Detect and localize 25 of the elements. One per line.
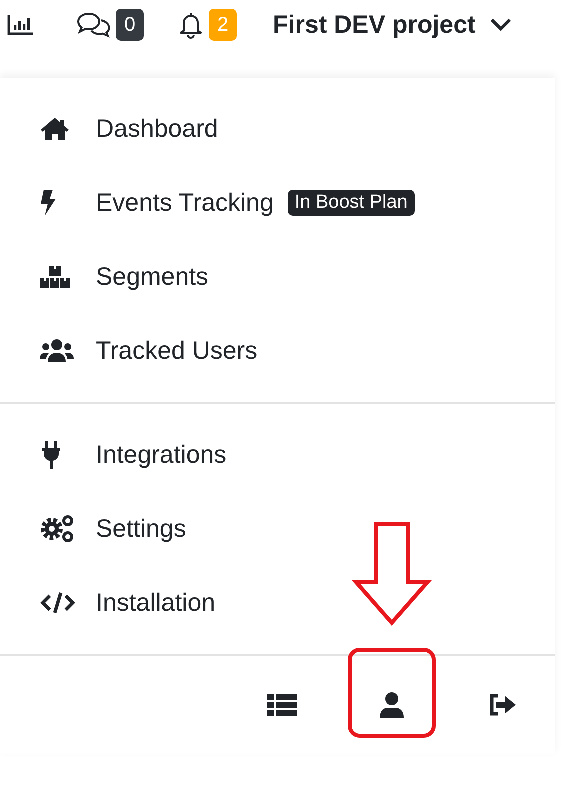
code-icon [40,591,76,615]
count-badge: 2 [209,9,237,41]
bar-chart-icon[interactable] [7,14,35,36]
list-icon[interactable] [267,693,297,717]
chevron-down-icon[interactable] [490,18,512,32]
menu-item[interactable]: Integrations [96,440,227,470]
home-icon [40,117,70,141]
bell-icon[interactable] [178,11,204,39]
gears-icon [40,515,76,543]
menu-item[interactable]: Dashboard [96,114,218,144]
logout-icon[interactable] [488,694,516,716]
menu-item[interactable]: Tracked Users [96,336,258,366]
boxes-icon [40,265,70,289]
project-selector[interactable]: First DEV project [273,10,476,40]
plug-icon [40,441,62,469]
plan-badge: In Boost Plan [288,190,415,216]
chat-bubbles-icon[interactable] [77,12,111,38]
lightning-bolt-icon [40,190,56,216]
menu-item[interactable]: Segments [96,262,209,292]
menu-item[interactable]: Settings [96,514,186,544]
users-icon [40,339,74,363]
user-icon[interactable] [380,692,404,718]
menu-item[interactable]: Installation [96,588,216,618]
count-badge: 0 [116,9,144,41]
menu-item[interactable]: Events Tracking [96,188,274,218]
